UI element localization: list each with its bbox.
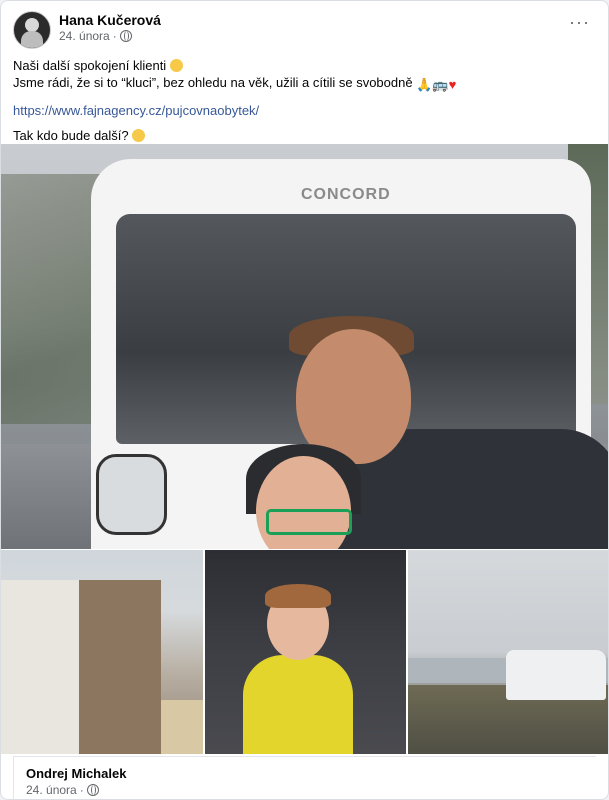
photo-grid (1, 550, 608, 754)
post-line-3: Tak kdo bude další? (13, 127, 596, 144)
globe-icon (119, 30, 132, 42)
camper-van (506, 650, 606, 700)
shared-post-meta: 24. února · (26, 783, 99, 797)
shared-meta-separator: · (79, 783, 84, 797)
post-link[interactable]: https://www.fajnagency.cz/pujcovnaobytek… (13, 102, 596, 119)
boy-hair (265, 584, 331, 608)
post-date[interactable]: 24. února (59, 29, 110, 43)
author-avatar[interactable] (13, 11, 51, 49)
yellow-building (161, 700, 203, 754)
photo-town-square[interactable] (1, 550, 203, 754)
author-name[interactable]: Hana Kučerová (59, 12, 161, 28)
stone-building (79, 580, 161, 754)
main-photo[interactable]: CONCORD (1, 144, 608, 549)
post-line-3-text: Tak kdo bude další? (13, 128, 129, 143)
more-options-icon[interactable]: ··· (569, 13, 590, 31)
post-line-1: Naši další spokojení klienti (13, 57, 596, 74)
post-line-2-text: Jsme rádi, že si to “kluci”, bez ohledu … (13, 75, 413, 90)
folded-hands-icon: 🙏 (416, 77, 433, 92)
avatar-face (25, 18, 39, 32)
post-text: Naši další spokojení klienti Jsme rádi, … (13, 57, 596, 144)
white-building (1, 580, 86, 754)
photo-boy-in-camper[interactable] (205, 550, 406, 754)
smiling-face-icon (169, 59, 183, 72)
shared-author-name[interactable]: Ondrej Michalek (26, 766, 126, 781)
motorhome-logo: CONCORD (301, 186, 391, 203)
motorhome-headlight (96, 454, 167, 535)
post-header: Hana Kučerová 24. února · ··· (13, 11, 596, 51)
shared-post-date[interactable]: 24. února (26, 783, 77, 797)
shared-post-header: Ondrej Michalek 24. února · (13, 756, 596, 799)
bus-icon: 🚌 (432, 77, 449, 92)
winking-face-icon (132, 129, 146, 142)
boy-shirt (243, 655, 353, 754)
heart-icon: ♥ (448, 77, 457, 92)
meta-separator: · (112, 29, 117, 43)
post-line-2: Jsme rádi, že si to “kluci”, bez ohledu … (13, 74, 596, 93)
photo-camper-by-lake[interactable] (408, 550, 608, 754)
globe-icon (86, 784, 99, 796)
post-line-1-text: Naši další spokojení klienti (13, 58, 167, 73)
avatar-body (21, 31, 43, 48)
boy-glasses (266, 509, 352, 535)
post-meta: 24. února · (59, 29, 132, 43)
post-card: Hana Kučerová 24. února · ··· Naši další… (0, 0, 609, 800)
